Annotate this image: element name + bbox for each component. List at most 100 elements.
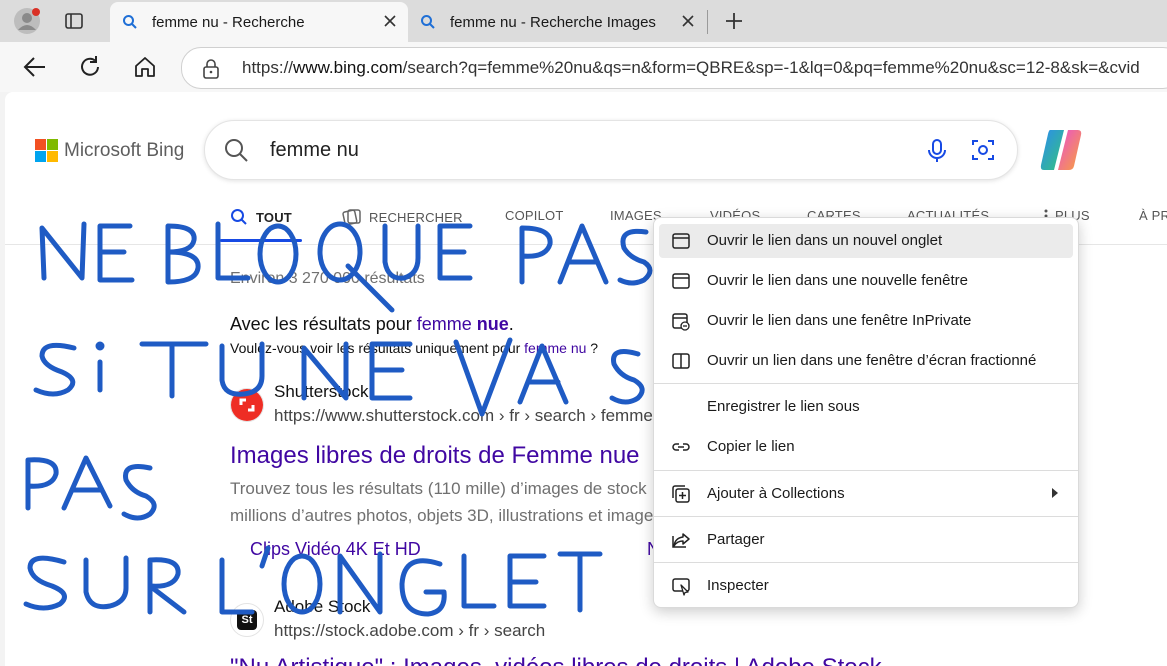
menu-label: Inspecter <box>707 577 769 594</box>
menu-add-to-collections[interactable]: Ajouter à Collections <box>659 477 1073 511</box>
active-tab-indicator <box>220 239 302 242</box>
original-query-link[interactable]: femme nu <box>524 340 586 356</box>
search-favicon-icon <box>421 15 435 29</box>
menu-label: Copier le lien <box>707 438 795 455</box>
search-icon <box>231 209 247 225</box>
new-tab-button[interactable] <box>723 10 745 37</box>
tab-actions-icon <box>65 13 83 29</box>
inprivate-window-icon <box>672 313 690 331</box>
adobe-stock-mark: St <box>237 610 257 630</box>
adobe-stock-logo-icon: St <box>230 603 264 637</box>
split-screen-icon <box>672 353 690 369</box>
menu-label: Ouvrir le lien dans une fenêtre InPrivat… <box>707 312 972 329</box>
menu-label: Enregistrer le lien sous <box>707 398 860 415</box>
spelling-correction: Avec les résultats pour femme nue. <box>230 314 514 335</box>
menu-share[interactable]: Partager <box>659 523 1073 557</box>
inspect-icon <box>672 578 690 596</box>
deeplink-clips-video[interactable]: Clips Vidéo 4K Et HD <box>250 539 421 560</box>
menu-separator <box>654 383 1078 384</box>
tab-title: femme nu - Recherche Images <box>450 13 656 31</box>
copilot-button[interactable] <box>1038 128 1084 177</box>
site-name: Shutterstock <box>274 382 369 401</box>
url-field[interactable]: https://www.bing.com/search?q=femme%20nu… <box>181 47 1167 89</box>
spell-prefix: Avec les résultats pour <box>230 314 417 334</box>
menu-label: Partager <box>707 531 765 548</box>
back-arrow-icon <box>23 57 45 77</box>
visual-search-icon[interactable] <box>970 137 996 163</box>
new-tab-icon <box>672 233 690 249</box>
nav-tout[interactable]: TOUT <box>230 208 292 226</box>
nav-copilot[interactable]: COPILOT <box>505 208 563 223</box>
result-site-shutterstock[interactable]: Shutterstock https://www.shutterstock.co… <box>230 382 687 425</box>
lock-icon[interactable] <box>202 59 220 79</box>
menu-open-split-screen[interactable]: Ouvrir un lien dans une fenêtre d’écran … <box>659 344 1073 378</box>
menu-separator <box>654 470 1078 471</box>
refresh-icon <box>81 56 99 76</box>
menu-open-new-window[interactable]: Ouvrir le lien dans une nouvelle fenêtre <box>659 264 1073 298</box>
link-icon <box>672 443 690 451</box>
menu-label: Ouvrir un lien dans une fenêtre d’écran … <box>707 352 1037 369</box>
result-title-link[interactable]: "Nu Artistique" : Images, vidéos libres … <box>230 654 882 666</box>
nav-label: COPILOT <box>505 208 564 223</box>
menu-copy-link[interactable]: Copier le lien <box>659 430 1073 464</box>
share-icon <box>672 533 690 548</box>
new-window-icon <box>672 273 690 289</box>
result-count: Environ 3 270 000 résultats <box>230 270 425 287</box>
spell-term: femme <box>416 314 477 334</box>
menu-label: Ouvrir le lien dans une nouvelle fenêtre <box>707 272 968 289</box>
menu-inspect[interactable]: Inspecter <box>659 569 1073 603</box>
menu-label: Ajouter à Collections <box>707 485 845 502</box>
microsoft-logo-icon <box>35 139 58 162</box>
spell-term-bold: nue <box>476 314 509 334</box>
menu-open-inprivate[interactable]: Ouvrir le lien dans une fenêtre InPrivat… <box>659 304 1073 338</box>
search-icon <box>225 139 248 162</box>
search-favicon-icon <box>123 15 137 29</box>
search-input[interactable]: femme nu <box>270 139 359 162</box>
bing-logo[interactable]: Microsoft Bing <box>35 139 184 162</box>
address-toolbar: https://www.bing.com/search?q=femme%20nu… <box>0 42 1167 92</box>
result-site-adobe-stock[interactable]: St Adobe Stock https://stock.adobe.com ›… <box>230 597 545 640</box>
menu-label: Ouvrir le lien dans un nouvel onglet <box>707 232 943 249</box>
collections-icon <box>672 485 690 503</box>
corrected-query-link[interactable]: femme nue <box>417 314 509 334</box>
nav-rechercher[interactable]: RECHERCHER <box>342 208 463 226</box>
suggestion-end: ? <box>586 340 599 356</box>
tab-images[interactable]: femme nu - Recherche Images <box>408 2 706 42</box>
avatar-icon <box>14 8 40 34</box>
result-snippet: millions d’autres photos, objets 3D, ill… <box>230 506 662 525</box>
tab-bar: femme nu - Recherche femme nu - Recherch… <box>0 0 1167 42</box>
suggestion-prefix: Voulez-vous voir les résultats uniquemen… <box>230 340 525 356</box>
site-name: Adobe Stock <box>274 597 371 616</box>
tab-actions-button[interactable] <box>64 11 84 36</box>
context-menu: Ouvrir le lien dans un nouvel onglet Ouv… <box>653 217 1079 608</box>
close-tab-icon[interactable] <box>380 11 400 31</box>
result-title-link[interactable]: Images libres de droits de Femme nue <box>230 442 640 470</box>
nav-label: RECHERCHER <box>369 209 463 225</box>
shutterstock-logo-icon <box>230 388 264 422</box>
site-url: https://www.shutterstock.com › fr › sear… <box>274 406 687 425</box>
nav-label: TOUT <box>256 209 292 225</box>
url-text: https://www.bing.com/search?q=femme%20nu… <box>242 58 1140 77</box>
menu-separator <box>654 516 1078 517</box>
plus-icon <box>726 13 742 29</box>
menu-open-new-tab[interactable]: Ouvrir le lien dans un nouvel onglet <box>659 224 1073 258</box>
home-button[interactable] <box>131 53 159 81</box>
brand-name: Microsoft Bing <box>64 139 185 161</box>
shutterstock-mark <box>231 389 263 421</box>
result-snippet: Trouvez tous les résultats (110 mille) d… <box>230 479 647 498</box>
profile-avatar[interactable] <box>12 6 42 36</box>
tab-title: femme nu - Recherche <box>152 13 305 31</box>
back-button[interactable] <box>21 53 49 81</box>
copilot-icon <box>1040 130 1082 170</box>
menu-separator <box>654 562 1078 563</box>
nav-label: À PROPOS <box>1139 208 1167 223</box>
tab-search[interactable]: femme nu - Recherche <box>110 2 408 42</box>
tab-divider <box>707 10 708 34</box>
menu-save-link-as[interactable]: Enregistrer le lien sous <box>659 390 1073 424</box>
refresh-button[interactable] <box>76 53 104 81</box>
microphone-icon[interactable] <box>926 138 948 164</box>
search-box[interactable]: femme nu <box>204 120 1018 180</box>
nav-a-propos[interactable]: À PROPOS <box>1139 208 1167 223</box>
close-tab-icon[interactable] <box>678 11 698 31</box>
spell-end: . <box>508 314 514 334</box>
